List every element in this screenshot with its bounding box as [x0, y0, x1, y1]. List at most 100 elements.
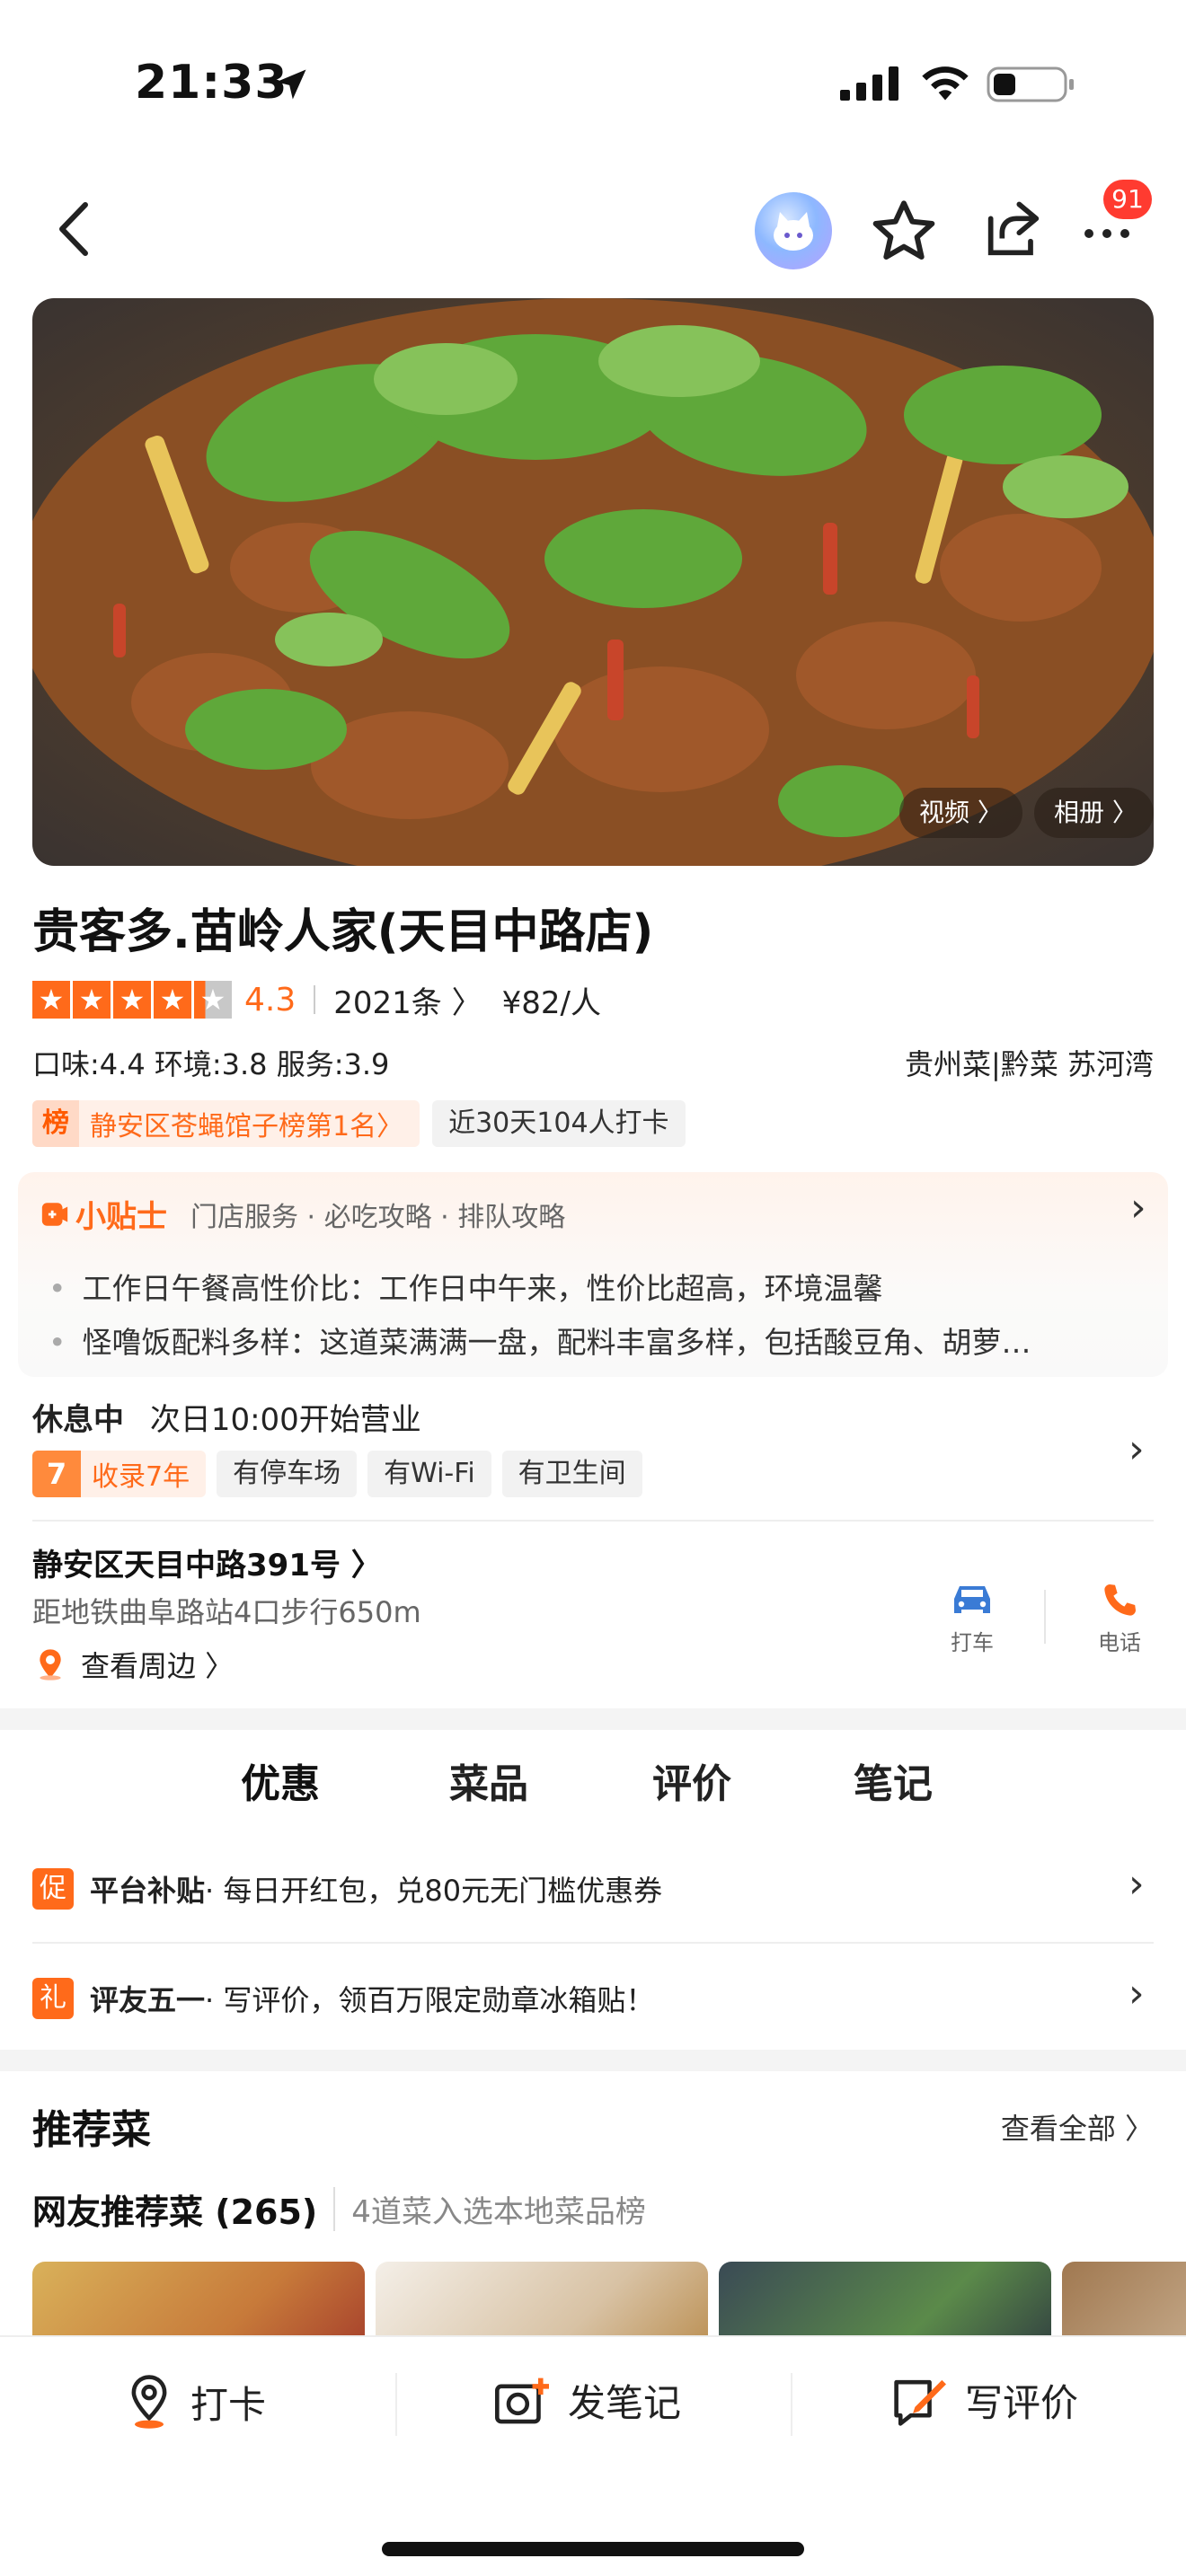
- star-full-icon: ★: [32, 981, 70, 1019]
- video-button[interactable]: 视频 〉: [899, 788, 1022, 838]
- taxi-label: 打车: [951, 1630, 994, 1655]
- divider: [1044, 1590, 1046, 1644]
- rank-label: 静安区苍蝇馆子榜第1名〉: [90, 1111, 404, 1142]
- rating-score: 4.3: [244, 981, 296, 1019]
- facility-tags: 7 收录7年 有停车场 有Wi-Fi 有卫生间: [32, 1451, 642, 1497]
- checkin-label: 打卡: [190, 2382, 267, 2427]
- share-icon[interactable]: [979, 196, 1048, 264]
- divider: [32, 1942, 1154, 1944]
- edit-review-icon: [894, 2379, 946, 2426]
- cellular-signal-icon: [840, 66, 898, 101]
- hours-status: 休息中: [32, 1402, 124, 1438]
- tab-reviews[interactable]: 评价: [652, 1751, 731, 1809]
- hours-next-open: 次日10:00开始营业: [149, 1402, 421, 1438]
- chevron-right-icon: ›: [1128, 1861, 1145, 1907]
- write-review-label: 写评价: [965, 2381, 1079, 2425]
- home-indicator[interactable]: [382, 2542, 804, 2556]
- phone-button[interactable]: 电话: [1066, 1576, 1173, 1656]
- wifi-icon: [922, 66, 969, 101]
- promo-title: 评友五一: [90, 1983, 206, 2017]
- dish-carousel: [32, 2262, 1186, 2337]
- tips-card[interactable]: 小贴士 门店服务 · 必吃攻略 · 排队攻略 工作日午餐高性价比：工作日中午来，…: [18, 1172, 1168, 1377]
- divider: [314, 985, 316, 1014]
- phone-label: 电话: [1098, 1630, 1141, 1655]
- restroom-tag: 有卫生间: [501, 1451, 642, 1497]
- write-review-button[interactable]: 写评价: [890, 2373, 1078, 2428]
- chevron-right-icon: ›: [1130, 1185, 1146, 1231]
- tips-logo-icon: [41, 1202, 68, 1226]
- address-link[interactable]: 静安区天目中路391号 〉: [32, 1540, 382, 1584]
- nearby-label: 查看周边 〉: [81, 1649, 235, 1683]
- post-note-button[interactable]: 发笔记: [492, 2373, 681, 2428]
- taxi-button[interactable]: 打车: [918, 1576, 1026, 1656]
- wifi-tag: 有Wi-Fi: [367, 1451, 491, 1497]
- rank-row: 榜 静安区苍蝇馆子榜第1名〉 近30天104人打卡: [32, 1100, 686, 1147]
- dish-photo[interactable]: 视频 〉 相册 〉: [32, 298, 1154, 866]
- recommend-count: 网友推荐菜 (265): [32, 2192, 318, 2232]
- sub-scores: 口味:4.4 环境:3.8 服务:3.9: [32, 1047, 390, 1081]
- checkin-button[interactable]: 打卡: [124, 2373, 266, 2430]
- promo-item[interactable]: 促 平台补贴 · 每日开红包，兑80元无门槛优惠券: [32, 1839, 1154, 1938]
- ai-assistant-avatar-icon[interactable]: [755, 192, 832, 269]
- rating-stars: ★ ★ ★ ★ ★: [32, 981, 232, 1019]
- tab-offers[interactable]: 优惠: [241, 1751, 320, 1809]
- promo-title: 平台补贴: [90, 1874, 206, 1908]
- view-all-link[interactable]: 查看全部 〉: [1001, 2106, 1154, 2148]
- recommend-title: 推荐菜: [32, 2107, 151, 2153]
- promo-text: · 每日开红包，兑80元无门槛优惠券: [205, 1874, 663, 1908]
- parking-tag: 有停车场: [217, 1451, 358, 1497]
- chevron-right-icon[interactable]: ›: [1128, 1426, 1145, 1472]
- rank-icon: 榜: [32, 1100, 79, 1147]
- chevron-right-icon: ›: [1128, 1971, 1145, 2016]
- business-hours[interactable]: 休息中 次日10:00开始营业: [32, 1395, 421, 1439]
- checkin-count-tag: 近30天104人打卡: [432, 1100, 686, 1147]
- dish-thumbnail[interactable]: [719, 2262, 1051, 2337]
- album-button[interactable]: 相册 〉: [1034, 788, 1154, 838]
- favorite-star-icon[interactable]: [868, 196, 940, 268]
- location-arrow-icon: [276, 69, 306, 100]
- recommend-subtitle: 网友推荐菜 (265) 4道菜入选本地菜品榜: [32, 2184, 646, 2234]
- promo-item[interactable]: 礼 评友五一 · 写评价，领百万限定勋章冰箱贴！: [32, 1949, 1154, 2048]
- divider: [32, 1520, 1154, 1522]
- tip-item: 怪噜饭配料多样：这道菜满满一盘，配料丰富多样，包括酸豆角、胡萝…: [49, 1316, 1127, 1370]
- tab-notes[interactable]: 笔记: [854, 1751, 933, 1809]
- top-nav-bar: 91: [0, 180, 1186, 278]
- location-pin-icon: [40, 1649, 61, 1681]
- status-time: 21:33: [135, 56, 288, 110]
- rank-badge[interactable]: 榜 静安区苍蝇馆子榜第1名〉: [32, 1100, 420, 1147]
- tips-categories: 门店服务 · 必吃攻略 · 排队攻略: [190, 1201, 566, 1233]
- section-gap: [0, 1708, 1186, 1730]
- review-count-link[interactable]: 2021条 〉: [333, 978, 482, 1022]
- dish-thumbnail[interactable]: [1062, 2262, 1186, 2337]
- year-label: 收录7年: [92, 1461, 190, 1493]
- back-arrow-icon[interactable]: [49, 198, 103, 260]
- more-options-icon[interactable]: [1078, 216, 1141, 251]
- rating-row: ★ ★ ★ ★ ★ 4.3 2021条 〉 ¥82/人: [32, 975, 601, 1025]
- dish-photo-illustration: [32, 298, 1154, 866]
- year-icon: 7: [32, 1451, 81, 1497]
- recommend-note: 4道菜入选本地菜品榜: [333, 2187, 646, 2231]
- content-tabs: 优惠 菜品 评价 笔记: [0, 1751, 1186, 1823]
- star-full-icon: ★: [113, 981, 151, 1019]
- tips-brand-label: 小贴士: [75, 1199, 167, 1235]
- dish-thumbnail[interactable]: [376, 2262, 708, 2337]
- dish-thumbnail[interactable]: [32, 2262, 365, 2337]
- avg-price: ¥82/人: [501, 984, 601, 1021]
- tip-item: 工作日午餐高性价比：工作日中午来，性价比超高，环境温馨: [49, 1262, 1127, 1316]
- tips-brand: 小贴士: [40, 1192, 167, 1236]
- star-partial-icon: ★: [194, 981, 232, 1019]
- listed-years-tag: 7 收录7年: [32, 1451, 207, 1497]
- shop-name: 贵客多.苗岭人家(天目中路店): [32, 905, 654, 959]
- promo-icon: 促: [32, 1868, 74, 1910]
- phone-icon: [1104, 1584, 1136, 1616]
- message-count-badge: 91: [1103, 180, 1152, 219]
- promo-icon: 礼: [32, 1978, 74, 2019]
- tab-dishes[interactable]: 菜品: [449, 1751, 528, 1809]
- star-full-icon: ★: [154, 981, 191, 1019]
- divider: [791, 2373, 792, 2436]
- tips-header: 小贴士 门店服务 · 必吃攻略 · 排队攻略: [40, 1192, 565, 1236]
- camera-plus-icon: [495, 2378, 549, 2423]
- section-gap: [0, 2050, 1186, 2071]
- nearby-link[interactable]: 查看周边 〉: [32, 1644, 234, 1685]
- promo-text: · 写评价，领百万限定勋章冰箱贴！: [205, 1983, 655, 2017]
